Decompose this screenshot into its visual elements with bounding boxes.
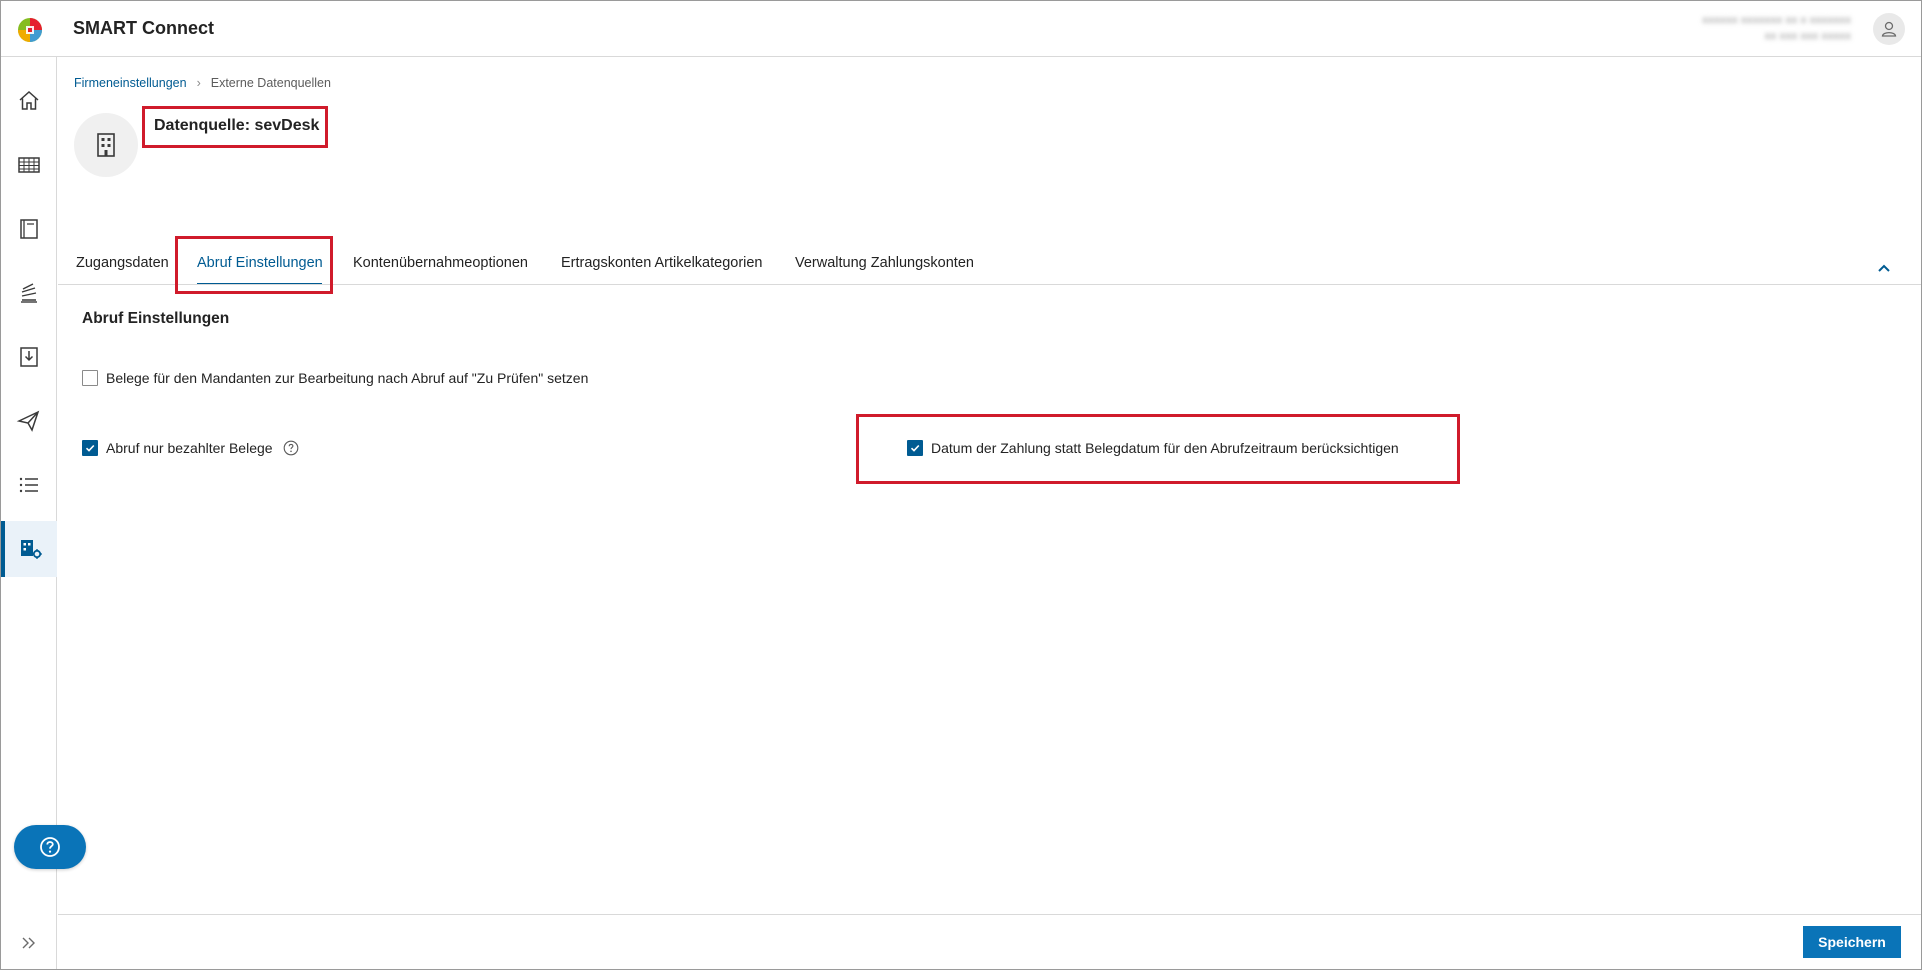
book-icon — [20, 219, 38, 239]
checkbox-label: Belege für den Mandanten zur Bearbeitung… — [106, 370, 589, 386]
expand-sidebar-icon[interactable] — [19, 933, 39, 953]
tab-verwaltung-zahlungskonten[interactable]: Verwaltung Zahlungskonten — [795, 255, 974, 271]
chevron-right-icon: › — [196, 76, 201, 90]
highlight-box-tab — [175, 236, 333, 294]
breadcrumb-link-firmeneinstellungen[interactable]: Firmeneinstellungen — [74, 76, 187, 90]
section-title: Abruf Einstellungen — [82, 310, 230, 327]
company-settings-icon — [21, 540, 42, 559]
checkbox-row-nur-bezahlte: Abruf nur bezahlter Belege — [82, 440, 299, 456]
entity-avatar — [74, 113, 138, 177]
tab-bar-divider — [58, 284, 1921, 285]
highlight-box-checkbox — [856, 414, 1460, 484]
footer-divider — [58, 914, 1921, 915]
app-logo-icon — [18, 18, 42, 42]
user-info: xxxxxx xxxxxxx xx x xxxxxxx xx xxx xxx x… — [1701, 13, 1851, 45]
download-icon — [20, 347, 38, 367]
sidebar-item-home[interactable] — [1, 73, 57, 129]
checkbox-nur-bezahlte[interactable] — [82, 440, 98, 456]
main-content: Firmeneinstellungen › Externe Datenquell… — [58, 58, 1921, 969]
sidebar-item-table[interactable] — [1, 137, 57, 193]
help-icon — [40, 837, 60, 857]
sidebar-item-list[interactable] — [1, 457, 57, 513]
tab-kontenuebernahmeoptionen[interactable]: Kontenübernahmeoptionen — [353, 255, 528, 271]
breadcrumb-current: Externe Datenquellen — [210, 76, 331, 90]
sidebar-item-company-settings[interactable] — [1, 521, 57, 577]
checkmark-icon — [85, 444, 95, 452]
checkbox-label: Abruf nur bezahlter Belege — [106, 440, 273, 456]
sidebar-item-send[interactable] — [1, 393, 57, 449]
table-icon — [18, 157, 40, 173]
sidebar-item-book[interactable] — [1, 201, 57, 257]
sidebar-item-documents[interactable] — [1, 265, 57, 321]
sidebar-item-download[interactable] — [1, 329, 57, 385]
info-icon[interactable] — [283, 440, 299, 456]
tab-ertragskonten-artikelkategorien[interactable]: Ertragskonten Artikelkategorien — [561, 255, 763, 271]
help-button[interactable] — [14, 825, 86, 869]
tab-zugangsdaten[interactable]: Zugangsdaten — [76, 255, 169, 271]
user-icon — [1881, 21, 1897, 37]
checkbox-zu-pruefen[interactable] — [82, 370, 98, 386]
user-company: xx xxx xxx xxxxx — [1764, 31, 1851, 42]
list-icon — [19, 477, 38, 493]
top-bar: SMART Connect xxxxxx xxxxxxx xx x xxxxxx… — [1, 1, 1921, 57]
avatar[interactable] — [1873, 13, 1905, 45]
highlight-box-title — [142, 106, 328, 148]
documents-icon — [21, 283, 37, 303]
breadcrumb: Firmeneinstellungen › Externe Datenquell… — [74, 76, 331, 90]
send-icon — [16, 410, 40, 432]
chevron-up-icon[interactable] — [1877, 263, 1891, 273]
home-icon — [19, 90, 39, 110]
app-title: SMART Connect — [73, 18, 214, 38]
save-button[interactable]: Speichern — [1803, 926, 1901, 958]
building-icon — [97, 133, 115, 157]
user-name: xxxxxx xxxxxxx xx x xxxxxxx — [1702, 15, 1851, 26]
checkbox-row-zu-pruefen: Belege für den Mandanten zur Bearbeitung… — [82, 370, 588, 386]
